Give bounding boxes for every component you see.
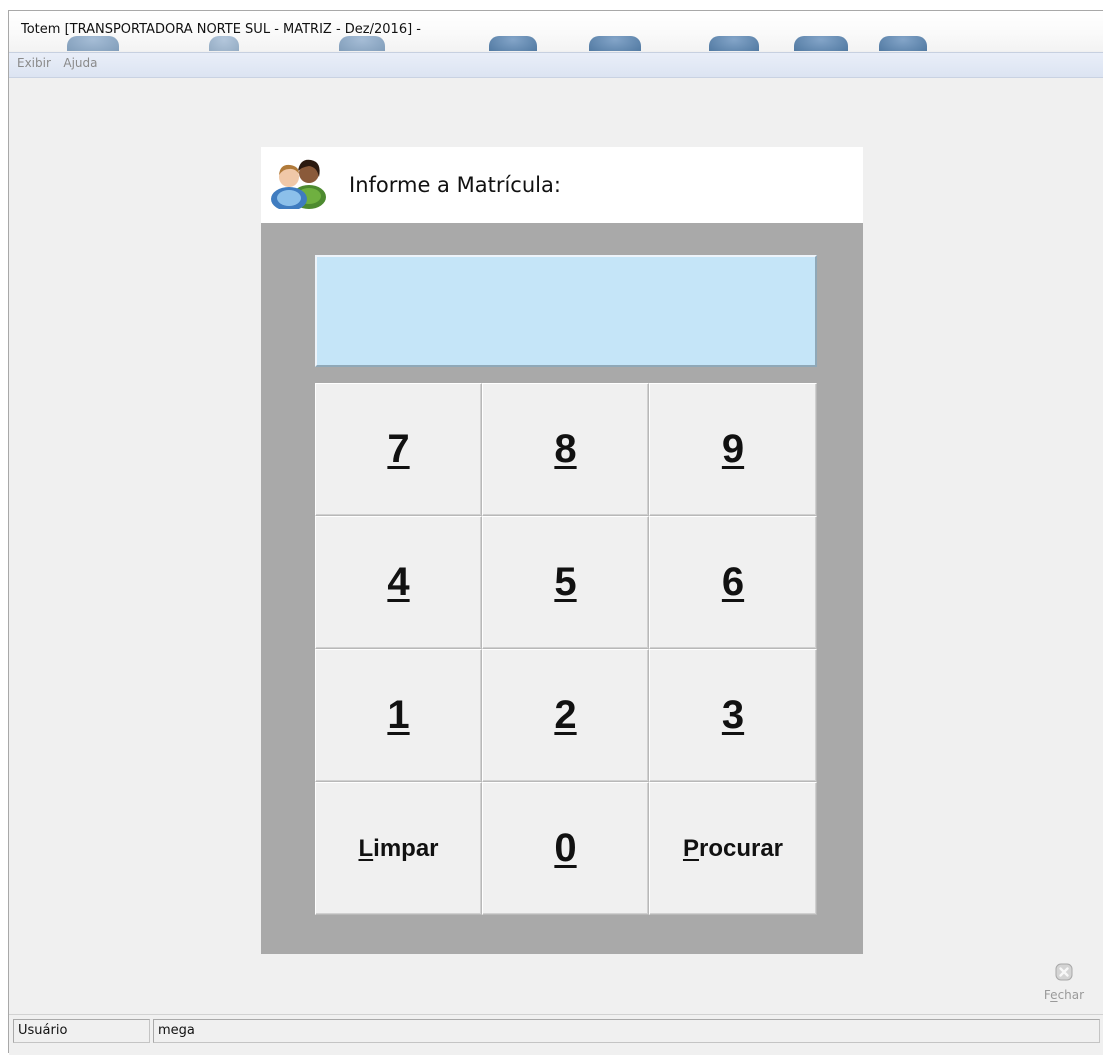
status-user-label: Usuário <box>13 1019 150 1043</box>
window-title: Totem [TRANSPORTADORA NORTE SUL - MATRIZ… <box>21 22 421 37</box>
background-blur <box>709 36 759 51</box>
label-rest: impar <box>373 834 439 862</box>
panel-header: Informe a Matrícula: <box>261 147 863 223</box>
key-8-button[interactable]: 8 <box>482 383 649 516</box>
background-blur <box>489 36 537 51</box>
menu-ajuda[interactable]: Ajuda <box>59 53 101 70</box>
key-0-button[interactable]: 0 <box>482 782 649 915</box>
label-rest: rocurar <box>698 834 784 862</box>
background-blur <box>209 36 239 51</box>
main-window: Totem [TRANSPORTADORA NORTE SUL - MATRIZ… <box>8 10 1103 1055</box>
key-7-button[interactable]: 7 <box>315 383 482 516</box>
key-4-label: 4 <box>387 560 410 604</box>
key-8-label: 8 <box>554 427 577 471</box>
key-6-label: 6 <box>721 560 745 604</box>
login-panel: Informe a Matrícula: 7 8 9 4 5 6 1 2 3 Limpar 0 Pro… <box>261 147 863 954</box>
fechar-button[interactable]: Fechar <box>1039 963 1089 1003</box>
background-blur <box>589 36 641 51</box>
limpar-label: Limpar <box>358 835 438 863</box>
prompt-label: Informe a Matrícula: <box>349 173 561 197</box>
keypad: 7 8 9 4 5 6 1 2 3 Limpar 0 Procurar <box>315 383 817 915</box>
key-5-button[interactable]: 5 <box>482 516 649 649</box>
key-9-label: 9 <box>721 427 745 471</box>
key-1-label: 1 <box>387 693 410 737</box>
fechar-label-rest: char <box>1057 988 1085 1002</box>
key-3-button[interactable]: 3 <box>649 649 817 782</box>
menu-exibir[interactable]: Exibir <box>13 53 55 70</box>
key-7-label: 7 <box>387 427 410 471</box>
mnemonic-letter: P <box>682 834 699 862</box>
limpar-button[interactable]: Limpar <box>315 782 482 915</box>
key-3-label: 3 <box>721 693 745 737</box>
key-0-label: 0 <box>554 826 577 870</box>
matricula-display[interactable] <box>315 255 817 367</box>
procurar-label: Procurar <box>683 835 783 863</box>
procurar-button[interactable]: Procurar <box>649 782 817 915</box>
status-bar: Usuário mega <box>9 1014 1103 1055</box>
background-blur <box>879 36 927 51</box>
background-blur <box>794 36 848 51</box>
key-5-label: 5 <box>554 560 577 604</box>
key-2-button[interactable]: 2 <box>482 649 649 782</box>
title-bar: Totem [TRANSPORTADORA NORTE SUL - MATRIZ… <box>9 11 1103 51</box>
mnemonic-letter: L <box>358 834 374 862</box>
key-1-button[interactable]: 1 <box>315 649 482 782</box>
background-blur <box>339 36 385 51</box>
key-2-label: 2 <box>554 693 577 737</box>
fechar-label-mnemonic: e <box>1050 988 1058 1002</box>
people-icon <box>271 159 326 209</box>
key-6-button[interactable]: 6 <box>649 516 817 649</box>
menu-bar: Exibir Ajuda <box>9 52 1103 78</box>
fechar-label: Fechar <box>1039 988 1089 1002</box>
key-4-button[interactable]: 4 <box>315 516 482 649</box>
background-blur <box>67 36 119 51</box>
status-user-value: mega <box>153 1019 1100 1043</box>
close-icon <box>1055 963 1073 981</box>
key-9-button[interactable]: 9 <box>649 383 817 516</box>
